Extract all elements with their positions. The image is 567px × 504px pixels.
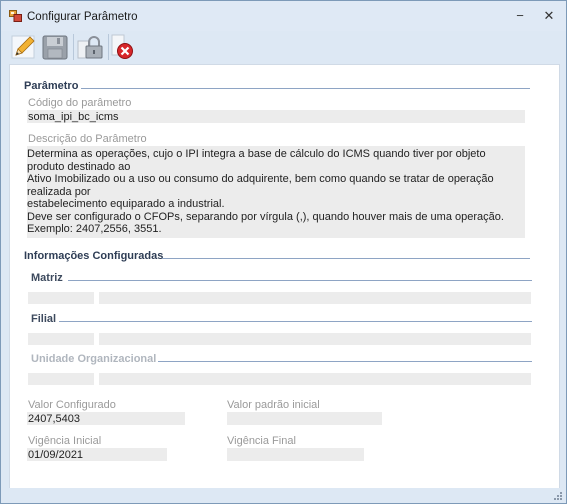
valor-padrao-label: Valor padrão inicial bbox=[227, 399, 320, 411]
group-divider bbox=[162, 258, 530, 259]
unidade-code-field[interactable] bbox=[28, 373, 94, 385]
matriz-title: Matriz bbox=[31, 272, 63, 284]
red-x-circle-icon bbox=[111, 34, 133, 59]
informacoes-group-title: Informações Configuradas bbox=[24, 250, 164, 262]
close-button[interactable]: ✕ bbox=[536, 7, 562, 25]
vigencia-inicial-value: 01/09/2021 bbox=[28, 449, 84, 461]
form-panel: Parâmetro Código do parâmetro soma_ipi_b… bbox=[9, 64, 560, 489]
close-icon: ✕ bbox=[543, 8, 555, 23]
descricao-label: Descrição do Parâmetro bbox=[28, 133, 147, 145]
resize-grip-icon[interactable] bbox=[553, 491, 563, 501]
toolbar-separator bbox=[73, 34, 74, 60]
filial-code-field[interactable] bbox=[28, 333, 94, 345]
codigo-label: Código do parâmetro bbox=[28, 97, 132, 109]
toolbar-separator bbox=[108, 34, 109, 60]
save-button[interactable] bbox=[41, 33, 69, 61]
valor-padrao-field[interactable] bbox=[227, 412, 382, 425]
filial-title: Filial bbox=[31, 313, 57, 325]
floppy-disk-icon bbox=[42, 35, 68, 60]
lock-button[interactable] bbox=[77, 33, 105, 61]
dialog-window: Configurar Parâmetro − ✕ Parâmetro Códig… bbox=[0, 0, 567, 504]
app-icon bbox=[9, 10, 22, 22]
padlock-icon bbox=[77, 36, 103, 59]
vigencia-final-field[interactable] bbox=[227, 448, 364, 461]
status-bar bbox=[1, 488, 566, 503]
matriz-divider bbox=[68, 280, 532, 281]
title-bar[interactable]: Configurar Parâmetro − ✕ bbox=[1, 1, 566, 31]
edit-button[interactable] bbox=[10, 33, 38, 61]
pencil-icon bbox=[11, 35, 35, 59]
filial-divider bbox=[59, 321, 532, 322]
group-divider bbox=[81, 88, 530, 89]
matriz-name-field[interactable] bbox=[99, 292, 531, 304]
descricao-value: Determina as operações, cujo o IPI integ… bbox=[27, 148, 504, 235]
cancel-button[interactable] bbox=[110, 33, 138, 61]
vigencia-inicial-label: Vigência Inicial bbox=[28, 435, 102, 447]
parametro-group-title: Parâmetro bbox=[24, 80, 79, 92]
filial-name-field[interactable] bbox=[99, 333, 531, 345]
valor-configurado-label: Valor Configurado bbox=[28, 399, 116, 411]
toolbar bbox=[1, 31, 566, 64]
valor-configurado-value: 2407,5403 bbox=[28, 413, 80, 425]
vigencia-final-label: Vigência Final bbox=[227, 435, 296, 447]
unidade-title: Unidade Organizacional bbox=[31, 353, 157, 365]
unidade-name-field[interactable] bbox=[99, 373, 531, 385]
minimize-button[interactable]: − bbox=[507, 7, 533, 25]
matriz-code-field[interactable] bbox=[28, 292, 94, 304]
window-title: Configurar Parâmetro bbox=[27, 11, 138, 23]
minimize-icon: − bbox=[516, 8, 524, 23]
unidade-divider bbox=[158, 361, 532, 362]
codigo-value: soma_ipi_bc_icms bbox=[28, 111, 119, 123]
